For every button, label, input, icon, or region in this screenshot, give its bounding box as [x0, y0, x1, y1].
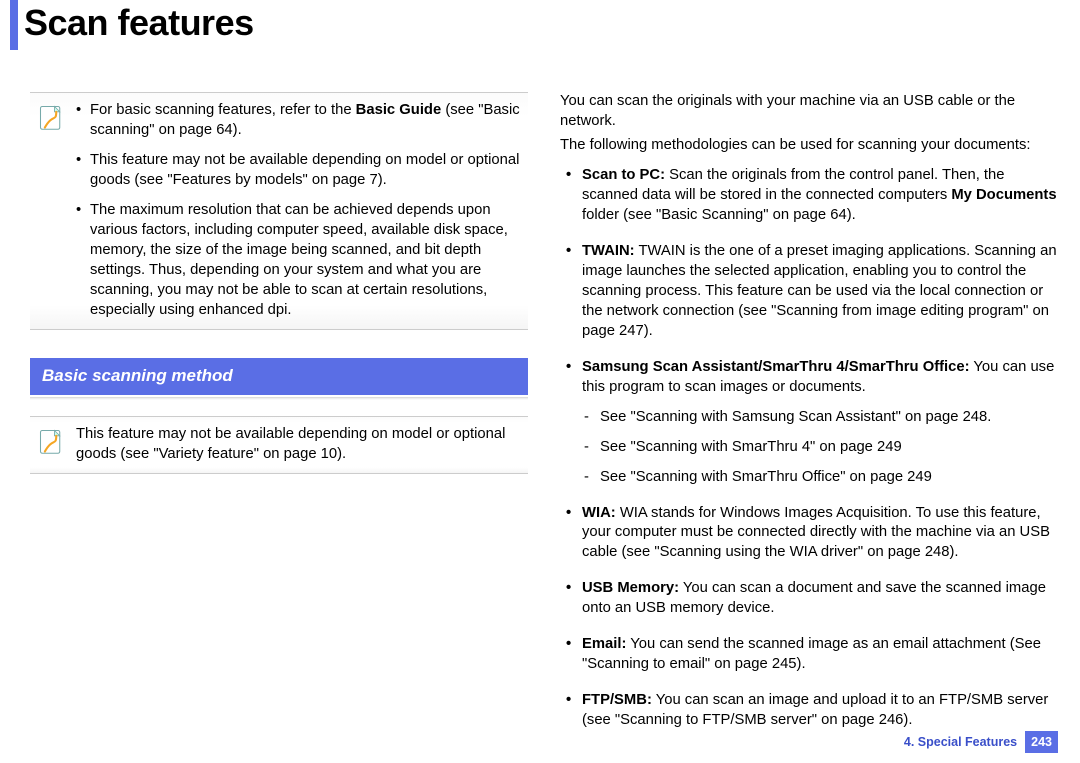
footer-chapter: 4. Special Features: [904, 735, 1017, 749]
note1-item-1: For basic scanning features, refer to th…: [76, 101, 522, 141]
method-samsung-assistant: Samsung Scan Assistant/SmarThru 4/SmarTh…: [560, 358, 1060, 488]
method-scan-to-pc: Scan to PC: Scan the originals from the …: [560, 166, 1060, 226]
method-ftp-smb: FTP/SMB: You can scan an image and uploa…: [560, 691, 1060, 731]
sublist: See "Scanning with Samsung Scan Assistan…: [582, 408, 1060, 488]
page-number: 243: [1025, 731, 1058, 753]
method-label: Samsung Scan Assistant/SmarThru 4/SmarTh…: [582, 359, 970, 375]
methods-list: Scan to PC: Scan the originals from the …: [560, 166, 1060, 731]
method-bold2: My Documents: [951, 187, 1056, 203]
method-text2: folder (see "Basic Scanning" on page 64)…: [582, 207, 856, 223]
sub-item: See "Scanning with SmarThru Office" on p…: [582, 468, 1060, 488]
header: Scan features: [0, 0, 1080, 54]
sub-item: See "Scanning with Samsung Scan Assistan…: [582, 408, 1060, 428]
note-icon: [36, 103, 66, 131]
method-label: WIA:: [582, 505, 616, 521]
intro-line-2: The following methodologies can be used …: [560, 136, 1060, 156]
method-text: You can scan an image and upload it to a…: [582, 692, 1048, 728]
method-label: TWAIN:: [582, 243, 635, 259]
note1-item-3: The maximum resolution that can be achie…: [76, 201, 522, 321]
content-columns: For basic scanning features, refer to th…: [0, 54, 1080, 747]
page-title: Scan features: [24, 0, 1080, 44]
method-label: Scan to PC:: [582, 167, 665, 183]
method-text: You can send the scanned image as an ema…: [582, 636, 1041, 672]
method-label: USB Memory:: [582, 580, 679, 596]
method-email: Email: You can send the scanned image as…: [560, 635, 1060, 675]
intro-line-1: You can scan the originals with your mac…: [560, 92, 1060, 132]
method-label: FTP/SMB:: [582, 692, 652, 708]
note-content-2: This feature may not be available depend…: [76, 425, 522, 465]
method-label: Email:: [582, 636, 626, 652]
section-underline: [30, 397, 528, 400]
sub-item: See "Scanning with SmarThru 4" on page 2…: [582, 438, 1060, 458]
note2-text: This feature may not be available depend…: [76, 425, 522, 465]
footer: 4. Special Features 243: [904, 731, 1058, 753]
note-content-1: For basic scanning features, refer to th…: [76, 101, 522, 321]
header-accent: [10, 0, 18, 50]
right-column: You can scan the originals with your mac…: [560, 92, 1060, 747]
note-box-2: This feature may not be available depend…: [30, 416, 528, 474]
method-usb-memory: USB Memory: You can scan a document and …: [560, 579, 1060, 619]
method-wia: WIA: WIA stands for Windows Images Acqui…: [560, 504, 1060, 564]
section-heading: Basic scanning method: [30, 358, 528, 395]
left-column: For basic scanning features, refer to th…: [30, 92, 528, 747]
note1-item-2: This feature may not be available depend…: [76, 151, 522, 191]
method-text: TWAIN is the one of a preset imaging app…: [582, 243, 1057, 339]
method-twain: TWAIN: TWAIN is the one of a preset imag…: [560, 242, 1060, 342]
method-text: WIA stands for Windows Images Acquisitio…: [582, 505, 1050, 561]
note-icon: [36, 427, 66, 455]
note-box-1: For basic scanning features, refer to th…: [30, 92, 528, 330]
